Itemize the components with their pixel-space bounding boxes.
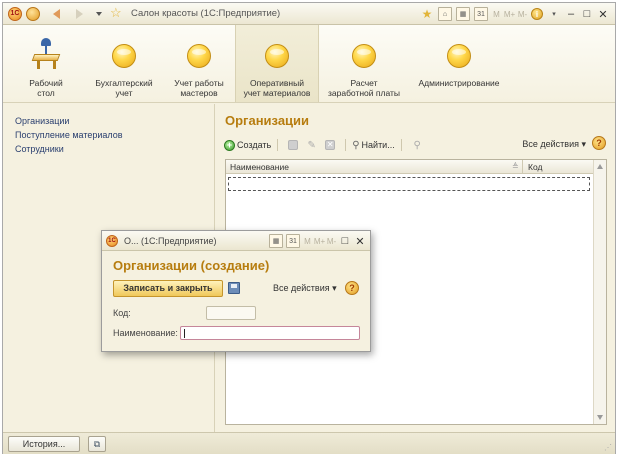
section-accounting[interactable]: Бухгалтерский учет [85, 25, 163, 102]
sidebar-item-employees[interactable]: Сотрудники [15, 144, 64, 154]
all-actions-menu[interactable]: Все действия ▾ [273, 283, 337, 294]
main-menu-icon[interactable] [26, 7, 40, 21]
vertical-scrollbar[interactable] [593, 160, 606, 424]
section-administration[interactable]: Администрирование [409, 25, 509, 102]
section-label: Бухгалтерский учет [95, 78, 153, 98]
dialog-window-title: О... (1С:Предприятие) [124, 236, 217, 246]
sidebar-item-material-receipts[interactable]: Поступление материалов [15, 130, 123, 140]
favorites-add-icon[interactable]: ★ [420, 7, 434, 21]
search-icon: ⚲ [352, 139, 360, 151]
favorites-star-icon[interactable]: ☆ [110, 6, 122, 20]
find-button[interactable]: Найти... [362, 140, 395, 150]
close-button[interactable]: ✕ [597, 7, 609, 21]
history-button[interactable]: История... [8, 436, 80, 452]
memory-plus-button[interactable]: M+ [314, 234, 325, 248]
code-field-label: Код: [113, 308, 131, 318]
calculator-icon[interactable]: ▦ [456, 7, 470, 21]
table-row[interactable] [228, 177, 590, 191]
section-label: Расчет заработной платы [327, 78, 401, 98]
info-icon[interactable]: i [531, 8, 543, 20]
help-icon[interactable]: ? [592, 136, 606, 150]
section-label: Рабочий стол [29, 78, 63, 98]
column-header-code[interactable]: Код [522, 160, 542, 174]
create-organization-dialog: 1С О... (1С:Предприятие) ▦ 31 M M+ M- □ … [101, 230, 371, 352]
status-bar: История... ⧉ ⋰ [3, 432, 615, 454]
calculator-icon[interactable]: ▦ [269, 234, 283, 248]
1c-logo-icon[interactable]: 1С [106, 235, 118, 247]
yellow-circle-icon [265, 44, 289, 68]
memory-minus-button[interactable]: M- [518, 7, 527, 21]
memory-plus-button[interactable]: M+ [504, 7, 515, 21]
dialog-title-bar: 1С О... (1С:Предприятие) ▦ 31 M M+ M- □ … [102, 231, 370, 251]
page-title: Организации [225, 113, 310, 128]
column-header-name[interactable]: Наименование [230, 162, 289, 172]
all-actions-menu[interactable]: Все действия ▾ [522, 139, 586, 150]
dialog-toolbar: Записать и закрыть Все действия ▾ ? [113, 280, 363, 298]
section-desktop[interactable]: Рабочий стол [7, 25, 85, 102]
scroll-up-icon[interactable] [597, 164, 603, 169]
yellow-circle-icon [447, 44, 471, 68]
toolbar-separator [277, 139, 279, 151]
window-title: Салон красоты (1С:Предприятие) [131, 8, 281, 19]
code-field[interactable] [206, 306, 256, 320]
section-label: Оперативный учет материалов [243, 78, 311, 98]
copy-icon[interactable] [288, 140, 299, 150]
maximize-button[interactable]: □ [339, 234, 351, 248]
minimize-button[interactable]: – [565, 7, 577, 21]
name-field[interactable] [180, 326, 360, 340]
toolbar-separator [345, 139, 347, 151]
yellow-circle-icon [112, 44, 136, 68]
list-toolbar: + Создать ✎ ✕ ⚲ Найти... ⚲ Все действия … [224, 136, 608, 154]
yellow-circle-icon [187, 44, 211, 68]
create-button[interactable]: Создать [237, 140, 271, 150]
toolbar-separator [400, 139, 402, 151]
resize-grip-icon[interactable]: ⋰ [604, 443, 612, 452]
memory-minus-button[interactable]: M- [327, 234, 336, 248]
calendar-icon[interactable]: 31 [474, 7, 488, 21]
section-label: Учет работы мастеров [174, 78, 224, 98]
desk-lamp-icon [31, 38, 61, 70]
section-label: Администрирование [418, 78, 500, 88]
memory-m-button[interactable]: M [303, 234, 312, 248]
home-icon[interactable]: ⌂ [438, 7, 452, 21]
sections-panel: Рабочий стол Бухгалтерский учет Учет раб… [3, 25, 615, 103]
back-arrow-icon[interactable] [53, 9, 60, 19]
text-caret [184, 329, 185, 338]
maximize-button[interactable]: □ [581, 7, 593, 21]
edit-pencil-icon[interactable]: ✎ [306, 140, 317, 151]
delete-mark-icon[interactable]: ✕ [325, 140, 336, 150]
calendar-icon[interactable]: 31 [286, 234, 300, 248]
title-bar-tools: ★ ⌂ ▦ 31 M M+ M- i ▾ – □ ✕ [420, 6, 609, 22]
dialog-title-tools: ▦ 31 M M+ M- □ ✕ [269, 234, 366, 248]
save-and-close-button[interactable]: Записать и закрыть [113, 280, 223, 297]
dialog-heading: Организации (создание) [113, 258, 270, 273]
sort-indicator-icon: ≜ [512, 162, 519, 171]
yellow-circle-icon [352, 44, 376, 68]
name-field-label: Наименование: [113, 328, 178, 338]
1c-logo-icon[interactable]: 1С [8, 7, 22, 21]
section-payroll[interactable]: Расчет заработной платы [319, 25, 409, 102]
sidebar-item-organizations[interactable]: Организации [15, 116, 69, 126]
memory-m-button[interactable]: M [492, 7, 501, 21]
table-header: Наименование ≜ Код [226, 160, 594, 174]
save-disk-icon[interactable] [228, 282, 240, 294]
scroll-down-icon[interactable] [597, 415, 603, 420]
cancel-search-icon[interactable]: ⚲ [412, 140, 423, 151]
plus-icon: + [224, 139, 235, 151]
help-icon[interactable]: ? [345, 281, 359, 295]
windows-list-icon[interactable]: ⧉ [88, 436, 106, 452]
title-bar: 1С ☆ Салон красоты (1С:Предприятие) ★ ⌂ … [3, 3, 615, 25]
history-dropdown-icon[interactable] [96, 12, 102, 16]
section-materials[interactable]: Оперативный учет материалов [235, 25, 319, 102]
info-dropdown-icon[interactable]: ▾ [547, 7, 561, 21]
forward-arrow-icon[interactable] [76, 9, 83, 19]
main-window: 1С ☆ Салон красоты (1С:Предприятие) ★ ⌂ … [2, 2, 616, 454]
section-masters-work[interactable]: Учет работы мастеров [163, 25, 235, 102]
close-button[interactable]: ✕ [354, 234, 366, 248]
